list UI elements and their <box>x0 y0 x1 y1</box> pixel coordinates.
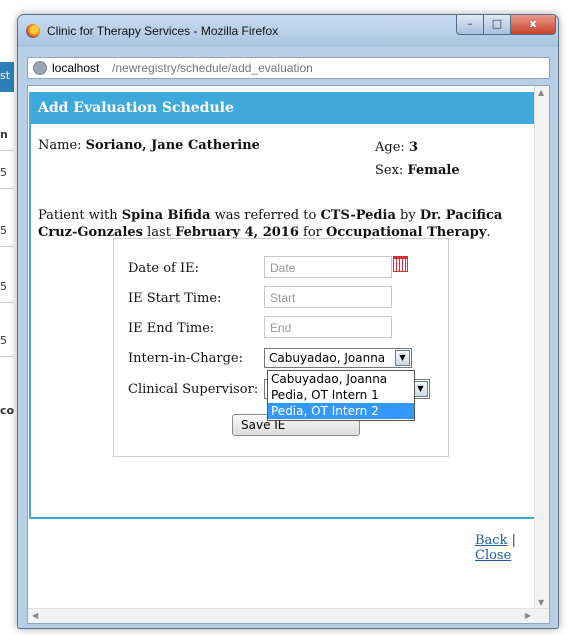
patient-age: 3 <box>408 140 418 155</box>
background-divider <box>0 246 14 247</box>
dropdown-option-highlighted[interactable]: Pedia, OT Intern 2 <box>268 403 414 419</box>
background-letter: st <box>0 69 11 82</box>
scroll-right-icon[interactable]: ▶ <box>525 611 531 620</box>
background-letter: n <box>0 128 8 141</box>
background-divider <box>0 302 14 303</box>
sex-line: Sex: Female <box>375 163 460 178</box>
background-divider <box>0 188 14 189</box>
popup-window: Clinic for Therapy Services - Mozilla Fi… <box>17 14 559 629</box>
background-letter: 5 <box>0 166 7 179</box>
end-time-label: IE End Time: <box>128 321 215 336</box>
background-letter: 5 <box>0 224 7 237</box>
evaluation-form: Date of IE: Date IE Start Time: Start IE… <box>113 238 449 457</box>
start-time-label: IE Start Time: <box>128 291 222 306</box>
dropdown-option[interactable]: Cabuyadao, Joanna <box>268 371 414 387</box>
background-divider <box>0 150 14 151</box>
service-name: CTS-Pedia <box>320 208 396 223</box>
referral-text: by <box>395 208 420 223</box>
background-letter: co <box>0 404 15 417</box>
background-divider <box>0 356 14 357</box>
firefox-icon <box>26 24 40 38</box>
dialog-header: Add Evaluation Schedule <box>31 94 536 124</box>
window-title: Clinic for Therapy Services - Mozilla Fi… <box>47 24 279 38</box>
sex-label: Sex: <box>375 163 404 178</box>
supervisor-label: Clinical Supervisor: <box>128 382 259 397</box>
maximize-button[interactable]: □ <box>483 15 511 35</box>
evaluation-dialog: Add Evaluation Schedule Name: Soriano, J… <box>29 92 538 519</box>
background-tab: st <box>0 62 14 92</box>
page-content: Add Evaluation Schedule Name: Soriano, J… <box>27 85 550 624</box>
age-label: Age: <box>375 140 405 155</box>
patient-sex: Female <box>407 163 460 178</box>
background-letter: 5 <box>0 334 7 347</box>
address-bar[interactable]: localhost /newregistry/schedule/add_eval… <box>27 57 550 79</box>
background-letter: 5 <box>0 280 7 293</box>
url-path: /newregistry/schedule/add_evaluation <box>112 61 313 75</box>
diagnosis: Spina Bifida <box>121 208 211 223</box>
name-label: Name: <box>38 138 82 153</box>
end-time-input[interactable]: End <box>264 316 392 338</box>
intern-dropdown-list[interactable]: Cabuyadao, Joanna Pedia, OT Intern 1 Ped… <box>267 370 415 421</box>
date-label: Date of IE: <box>128 261 199 276</box>
referral-text: was referred to <box>210 208 321 223</box>
url-host: localhost <box>52 61 100 75</box>
age-line: Age: 3 <box>375 140 418 155</box>
globe-icon <box>33 61 47 75</box>
chevron-down-icon[interactable]: ▼ <box>413 381 428 397</box>
doctor-name: Dr. Pacifica <box>419 208 503 223</box>
back-link[interactable]: Back <box>475 533 507 548</box>
referral-text: . <box>486 225 491 240</box>
scroll-left-icon[interactable]: ◀ <box>32 611 38 620</box>
close-window-button[interactable]: x <box>510 15 556 35</box>
vertical-scrollbar[interactable]: ▲ ▼ <box>534 86 549 609</box>
start-time-input[interactable]: Start <box>264 286 392 308</box>
link-separator: | <box>507 533 516 548</box>
intern-label: Intern-in-Charge: <box>128 351 244 366</box>
referral-text: Patient with <box>38 208 122 223</box>
referral-line-1: Patient with Spina Bifida was referred t… <box>38 208 502 223</box>
calendar-icon[interactable] <box>393 256 408 272</box>
patient-name: Soriano, Jane Catherine <box>85 138 260 153</box>
scroll-down-icon[interactable]: ▼ <box>538 598 544 607</box>
dialog-title: Add Evaluation Schedule <box>38 100 234 116</box>
close-link[interactable]: Close <box>475 548 511 563</box>
chevron-down-icon[interactable]: ▼ <box>395 350 410 366</box>
horizontal-scrollbar[interactable]: ◀ ▶ <box>28 608 549 623</box>
intern-select[interactable]: Cabuyadao, Joanna ▼ <box>264 348 412 368</box>
minimize-button[interactable]: – <box>456 15 484 35</box>
date-input[interactable]: Date <box>264 256 392 278</box>
scroll-up-icon[interactable]: ▲ <box>538 88 544 97</box>
intern-selected-value: Cabuyadao, Joanna <box>269 351 386 365</box>
window-titlebar[interactable]: Clinic for Therapy Services - Mozilla Fi… <box>18 15 558 47</box>
patient-name-line: Name: Soriano, Jane Catherine <box>38 138 260 153</box>
dropdown-option[interactable]: Pedia, OT Intern 1 <box>268 387 414 403</box>
